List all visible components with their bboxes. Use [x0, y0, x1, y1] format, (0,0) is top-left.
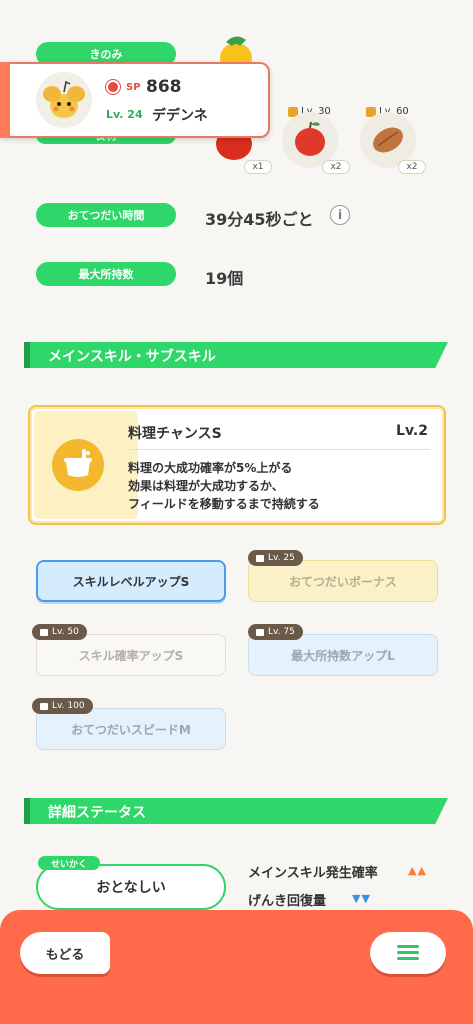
up-arrows-icon: ▲▲ — [408, 864, 427, 877]
sub-skill-3-lock-level: Lv. 50 — [52, 627, 79, 637]
main-skill-level: Lv.2 — [396, 423, 428, 439]
cooking-pot-icon — [52, 439, 104, 491]
skills-section-title: メインスキル・サブスキル — [48, 349, 216, 365]
sp-label: SP — [126, 82, 141, 93]
sub-skill-2-lock: Lv. 25 — [248, 550, 303, 566]
skill-divider — [126, 449, 430, 450]
sub-skill-4-lock-level: Lv. 75 — [268, 627, 295, 637]
back-button[interactable]: もどる — [20, 932, 110, 974]
section-accent-bar — [24, 798, 30, 824]
help-time-label: おてつだい時間 — [36, 203, 176, 227]
main-skill-description: 料理の大成功確率が5%上がる 効果は料理が大成功するか、 フィールドを移動するま… — [128, 459, 320, 513]
sub-skill-5-lock: Lv. 100 — [32, 698, 93, 714]
sub-skill-3-lock: Lv. 50 — [32, 624, 87, 640]
nature-value[interactable]: おとなしい — [36, 864, 226, 910]
sub-skill-3[interactable]: スキル確率アップS — [36, 634, 226, 676]
desc-line-3: フィールドを移動するまで持続する — [128, 497, 320, 511]
ingredient-count-2: x2 — [322, 160, 350, 174]
lock-icon — [256, 628, 264, 636]
dedenne-icon — [43, 80, 85, 118]
sub-skill-4[interactable]: 最大所持数アップL — [248, 634, 438, 676]
skills-section-header: メインスキル・サブスキル — [24, 342, 448, 368]
max-carry-value: 19個 — [205, 269, 244, 288]
pokemon-name: デデンネ — [152, 108, 208, 124]
lock-icon — [40, 702, 48, 710]
sub-skill-2[interactable]: おてつだいボーナス — [248, 560, 438, 602]
pokemon-avatar — [36, 72, 92, 128]
nature-up-effect: メインスキル発生確率 — [248, 866, 378, 881]
pokemon-level: Lv. 24 — [106, 108, 143, 121]
main-skill-card[interactable]: 料理チャンスS Lv.2 料理の大成功確率が5%上がる 効果は料理が大成功するか… — [28, 405, 446, 525]
sub-skill-4-lock: Lv. 75 — [248, 624, 303, 640]
section-accent-bar — [24, 342, 30, 368]
pokemon-summary-card[interactable]: SP 868 Lv. 24 デデンネ — [0, 62, 270, 138]
pokemon-detail-page: きのみ 食材 x1 Lv. 30 x2 Lv. 60 x2 — [0, 0, 473, 1024]
details-section-title: 詳細ステータス — [48, 805, 146, 821]
down-arrows-icon: ▼▼ — [352, 892, 371, 905]
hamburger-icon — [397, 945, 419, 961]
skill-icon-panel — [34, 411, 138, 519]
main-skill-name: 料理チャンスS — [128, 426, 222, 442]
sp-value: 868 — [146, 77, 182, 97]
sp-icon — [106, 80, 120, 94]
sub-skill-2-lock-level: Lv. 25 — [268, 553, 295, 563]
sub-skill-5[interactable]: おてつだいスピードM — [36, 708, 226, 750]
menu-button[interactable] — [370, 932, 446, 974]
nature-label: せいかく — [38, 856, 100, 870]
bottom-navigation-bar: もどる — [0, 910, 473, 1024]
sub-skill-1[interactable]: スキルレベルアップS — [36, 560, 226, 602]
desc-line-2: 効果は料理が大成功するか、 — [128, 479, 284, 493]
details-section-header: 詳細ステータス — [24, 798, 448, 824]
ingredient-count-3: x2 — [398, 160, 426, 174]
lock-icon — [256, 554, 264, 562]
nature-down-effect: げんき回復量 — [248, 894, 327, 909]
max-carry-label: 最大所持数 — [36, 262, 176, 286]
desc-line-1: 料理の大成功確率が5%上がる — [128, 461, 293, 475]
info-icon[interactable]: i — [330, 205, 350, 225]
sub-skill-5-lock-level: Lv. 100 — [52, 701, 85, 711]
lock-icon — [40, 628, 48, 636]
help-time-value: 39分45秒ごと — [205, 210, 314, 229]
ingredient-count-1: x1 — [244, 160, 272, 174]
